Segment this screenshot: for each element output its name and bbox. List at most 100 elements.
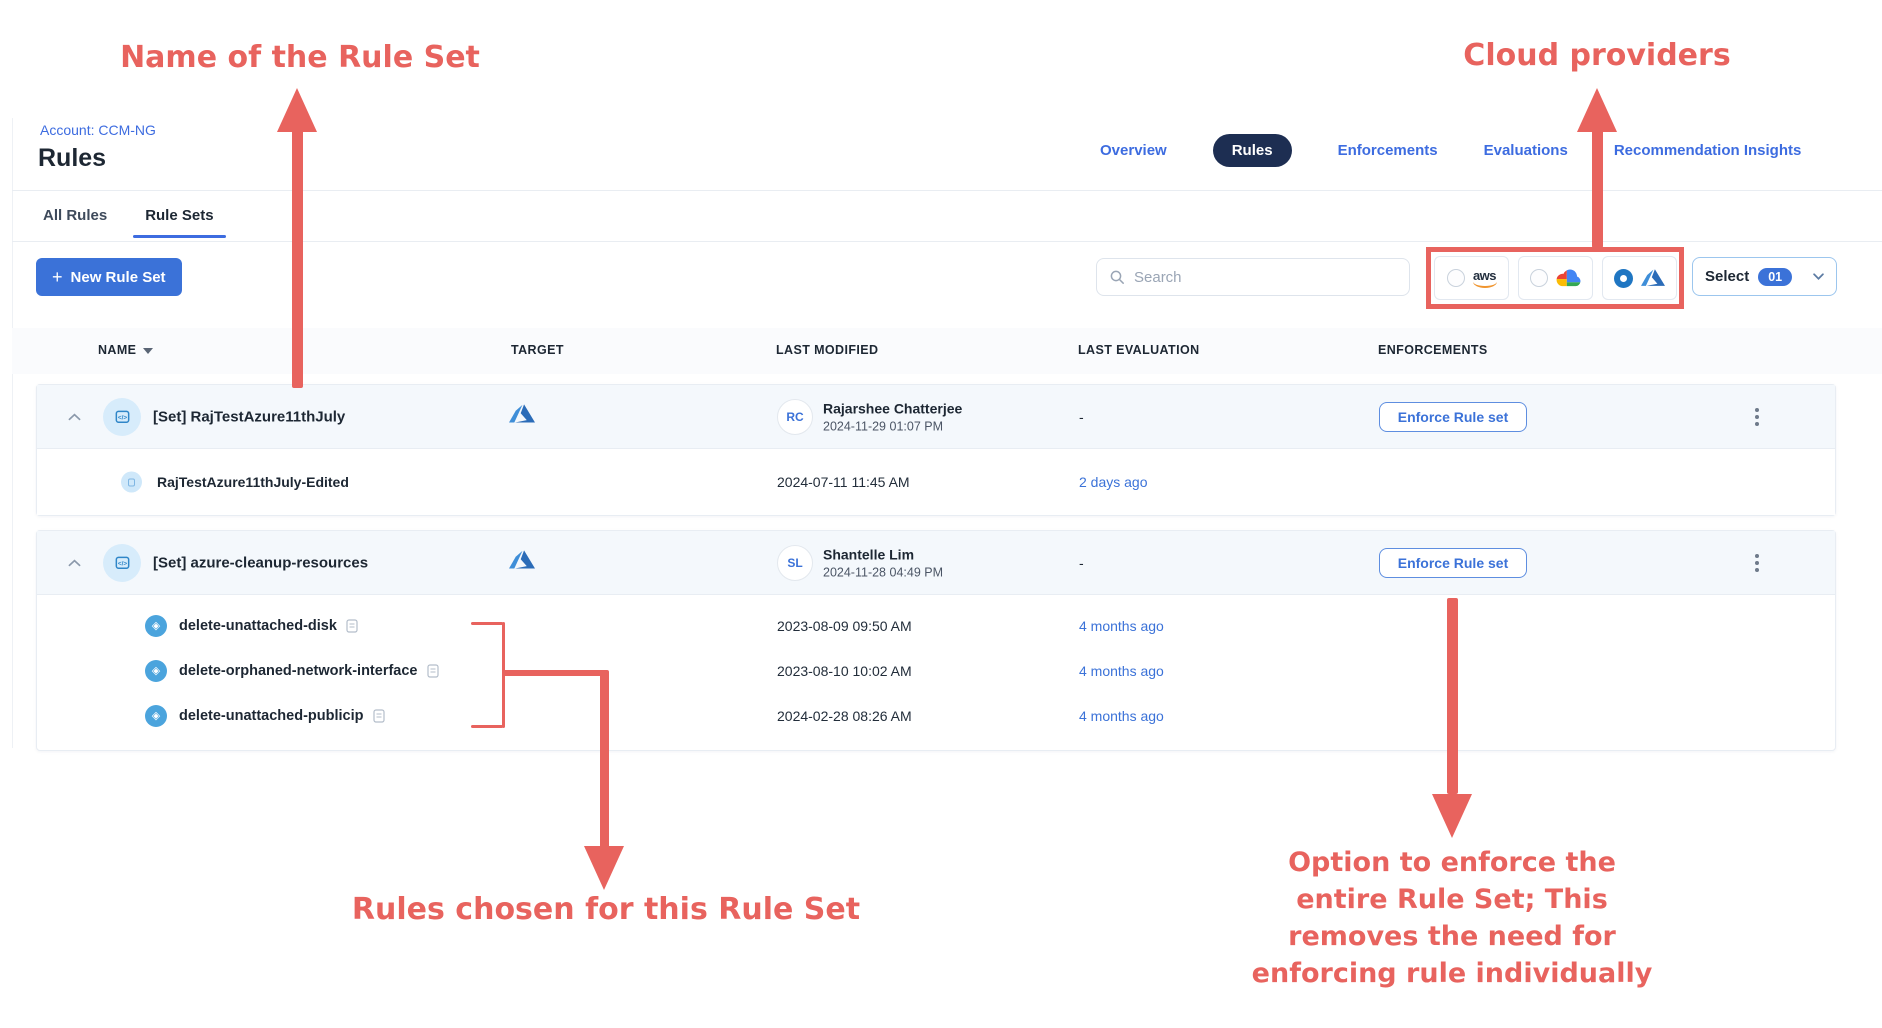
aws-smile-icon [1473, 281, 1497, 288]
rules-page: Account: CCM-NG Rules Overview Rules Enf… [0, 0, 1882, 1028]
column-target: TARGET [511, 343, 564, 357]
rule-set-row[interactable]: </> [Set] RajTestAzure11thJuly RC Rajars… [37, 385, 1835, 449]
annotation-name-of-rule-set: Name of the Rule Set [110, 40, 490, 75]
row-menu-kebab-icon[interactable] [1749, 402, 1765, 432]
annotation-enforce-note: Option to enforce the entire Rule Set; T… [1222, 844, 1682, 992]
avatar: SL [777, 545, 813, 581]
annotation-arrow-up-icon [1577, 88, 1617, 132]
rule-name-text: delete-unattached-disk [179, 618, 337, 634]
sort-caret-icon [143, 348, 153, 354]
account-breadcrumb[interactable]: Account: CCM-NG [40, 122, 156, 138]
modified-by-name: Shantelle Lim [823, 546, 943, 562]
search-icon [1109, 269, 1125, 285]
modified-by-cell: Shantelle Lim 2024-11-28 04:49 PM [823, 546, 943, 579]
enforce-rule-set-button[interactable]: Enforce Rule set [1379, 402, 1527, 432]
rule-name: delete-orphaned-network-interface [179, 663, 439, 679]
new-rule-set-button[interactable]: + New Rule Set [36, 258, 182, 296]
modified-by-name: Rajarshee Chatterjee [823, 400, 962, 416]
tab-all-rules[interactable]: All Rules [43, 207, 107, 236]
rule-set-name: [Set] azure-cleanup-resources [153, 554, 368, 571]
rule-last-evaluation-link[interactable]: 4 months ago [1079, 618, 1164, 634]
provider-toggle-aws[interactable]: aws [1434, 256, 1509, 300]
collapse-chevron-icon[interactable] [61, 404, 87, 430]
modified-date: 2024-11-29 01:07 PM [823, 419, 962, 433]
svg-text:</>: </> [117, 414, 126, 421]
rule-name-text: delete-unattached-publicip [179, 708, 364, 724]
annotation-arrow-down-icon [584, 846, 624, 890]
tab-rule-sets[interactable]: Rule Sets [145, 207, 213, 236]
rule-set-card: </> [Set] RajTestAzure11thJuly RC Rajars… [36, 384, 1836, 516]
provider-toggle-gcp[interactable] [1518, 256, 1593, 300]
rule-modified-date: 2024-02-28 08:26 AM [777, 708, 912, 724]
plus-icon: + [52, 268, 63, 286]
rule-modified-date: 2024-07-11 11:45 AM [777, 474, 910, 490]
column-enforcements: ENFORCEMENTS [1378, 343, 1488, 357]
rule-document-icon[interactable] [373, 709, 385, 723]
select-dropdown[interactable]: Select 01 [1692, 257, 1837, 296]
annotation-enforce-note-line: Option to enforce the [1222, 844, 1682, 881]
select-label: Select [1705, 268, 1749, 285]
rule-last-evaluation-link[interactable]: 2 days ago [1079, 474, 1148, 490]
nav-recommendation-insights[interactable]: Recommendation Insights [1614, 142, 1802, 159]
left-edge-divider [12, 118, 13, 748]
modified-date: 2024-11-28 04:49 PM [823, 565, 943, 579]
rule-row[interactable]: ◈ delete-orphaned-network-interface 2023… [37, 648, 1835, 693]
column-last-modified: LAST MODIFIED [776, 343, 878, 357]
rule-set-row[interactable]: </> [Set] azure-cleanup-resources SL Sha… [37, 531, 1835, 595]
top-navigation: Overview Rules Enforcements Evaluations … [1100, 134, 1801, 167]
new-rule-set-label: New Rule Set [71, 269, 166, 286]
rule-last-evaluation-link[interactable]: 4 months ago [1079, 663, 1164, 679]
last-evaluation-empty: - [1079, 555, 1084, 571]
rule-row[interactable]: ◈ delete-unattached-publicip 2024-02-28 … [37, 693, 1835, 738]
annotation-enforce-note-line: enforcing rule individually [1222, 955, 1682, 992]
rule-row[interactable]: RajTestAzure11thJuly-Edited 2024-07-11 1… [37, 449, 1835, 515]
last-evaluation-empty: - [1079, 409, 1084, 425]
rule-row[interactable]: ◈ delete-unattached-disk 2023-08-09 09:5… [37, 603, 1835, 648]
rule-icon: ◈ [145, 615, 167, 637]
rule-modified-date: 2023-08-10 10:02 AM [777, 663, 912, 679]
rule-document-icon[interactable] [346, 619, 358, 633]
rule-set-rules-list: ◈ delete-unattached-disk 2023-08-09 09:5… [37, 595, 1835, 750]
rule-name-text: delete-orphaned-network-interface [179, 663, 418, 679]
annotation-cloud-providers: Cloud providers [1452, 38, 1742, 73]
column-name[interactable]: NAME [98, 343, 153, 357]
header-divider [12, 190, 1882, 191]
search-input[interactable] [1134, 269, 1397, 286]
rule-icon: ◈ [145, 705, 167, 727]
rules-tabs: All Rules Rule Sets [43, 207, 214, 236]
annotation-enforce-note-line: removes the need for [1222, 918, 1682, 955]
cloud-provider-filters: aws [1434, 256, 1677, 300]
aws-logo-icon: aws [1473, 269, 1497, 288]
gcp-logo-icon [1556, 268, 1582, 289]
azure-radio-selected-icon[interactable] [1614, 269, 1633, 288]
aws-radio-icon[interactable] [1447, 269, 1465, 287]
collapse-chevron-icon[interactable] [61, 550, 87, 576]
column-last-evaluation: LAST EVALUATION [1078, 343, 1200, 357]
rule-set-name: [Set] RajTestAzure11thJuly [153, 408, 345, 425]
annotation-rules-chosen: Rules chosen for this Rule Set [336, 892, 876, 927]
row-menu-kebab-icon[interactable] [1749, 548, 1765, 578]
rule-last-evaluation-link[interactable]: 4 months ago [1079, 708, 1164, 724]
nav-evaluations[interactable]: Evaluations [1484, 142, 1568, 159]
annotation-arrow-up-icon [277, 88, 317, 132]
nav-enforcements[interactable]: Enforcements [1338, 142, 1438, 159]
enforce-rule-set-button[interactable]: Enforce Rule set [1379, 548, 1527, 578]
page-title: Rules [38, 144, 106, 173]
rule-set-icon: </> [103, 544, 141, 582]
nav-rules-active[interactable]: Rules [1213, 134, 1292, 167]
modified-by-cell: Rajarshee Chatterjee 2024-11-29 01:07 PM [823, 400, 962, 433]
select-count-badge: 01 [1758, 268, 1792, 286]
provider-toggle-azure[interactable] [1602, 256, 1677, 300]
annotation-enforce-note-line: entire Rule Set; This [1222, 881, 1682, 918]
rule-set-card: </> [Set] azure-cleanup-resources SL Sha… [36, 530, 1836, 751]
azure-target-icon [509, 549, 535, 577]
avatar: RC [777, 399, 813, 435]
rule-modified-date: 2023-08-09 09:50 AM [777, 618, 912, 634]
rule-name: delete-unattached-disk [179, 618, 358, 634]
rule-document-icon[interactable] [427, 664, 439, 678]
nav-overview[interactable]: Overview [1100, 142, 1167, 159]
svg-text:</>: </> [117, 560, 126, 567]
annotation-arrow-down-icon [1432, 794, 1472, 838]
tabs-divider [12, 241, 1882, 242]
gcp-radio-icon[interactable] [1530, 269, 1548, 287]
